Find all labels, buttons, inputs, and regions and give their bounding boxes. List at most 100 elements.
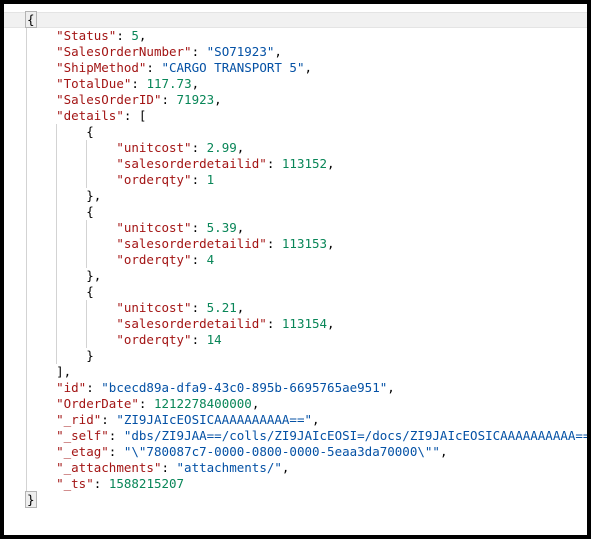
json-number-value: 4: [206, 252, 215, 267]
json-key: "orderqty": [116, 332, 192, 347]
json-key: "_rid": [56, 412, 102, 427]
code-line[interactable]: "orderqty": 1: [4, 172, 587, 188]
token: :: [108, 444, 124, 459]
json-bracket: {: [86, 284, 94, 299]
token: :: [266, 156, 282, 171]
token: :: [191, 220, 207, 235]
json-key: "orderqty": [116, 172, 192, 187]
token: ,: [63, 364, 72, 379]
json-bracket: {: [86, 124, 94, 139]
json-number-value: 71923: [176, 92, 215, 107]
token: ,: [327, 156, 335, 171]
json-key: "unitcost": [116, 220, 192, 235]
json-code-block[interactable]: { "Status": 5, "SalesOrderNumber": "SO71…: [4, 11, 587, 508]
token: :: [108, 428, 124, 443]
code-line[interactable]: "Status": 5,: [4, 28, 587, 44]
code-line[interactable]: }: [4, 491, 587, 508]
token: :: [101, 412, 117, 427]
json-key: "id": [56, 380, 87, 395]
json-number-value: 113153: [281, 236, 328, 251]
code-line[interactable]: "id": "bcecd89a-dfa9-43c0-895b-6695765ae…: [4, 380, 587, 396]
json-number-value: 2.99: [206, 140, 237, 155]
token: :: [146, 60, 162, 75]
code-line[interactable]: "TotalDue": 117.73,: [4, 76, 587, 92]
code-line[interactable]: "salesorderdetailid": 113152,: [4, 156, 587, 172]
code-line[interactable]: "_ts": 1588215207: [4, 476, 587, 492]
json-key: "unitcost": [116, 140, 192, 155]
token: ,: [387, 380, 395, 395]
json-key: "details": [56, 108, 124, 123]
token: ,: [214, 92, 222, 107]
code-line[interactable]: "orderqty": 14: [4, 332, 587, 348]
code-line[interactable]: "salesorderdetailid": 113153,: [4, 236, 587, 252]
code-line[interactable]: "unitcost": 2.99,: [4, 140, 587, 156]
json-key: "_attachments": [56, 460, 162, 475]
code-line[interactable]: "_self": "dbs/ZI9JAA==/colls/ZI9JAIcEOSI…: [4, 428, 587, 444]
json-key: "salesorderdetailid": [116, 316, 267, 331]
json-number-value: 14: [206, 332, 222, 347]
json-bracket: }: [86, 188, 94, 203]
code-line[interactable]: "_attachments": "attachments/",: [4, 460, 587, 476]
code-line[interactable]: "details": [: [4, 108, 587, 124]
code-line[interactable]: },: [4, 188, 587, 204]
json-number-value: 5.21: [206, 300, 237, 315]
token: :: [191, 140, 207, 155]
json-key: "SalesOrderNumber": [56, 44, 192, 59]
code-line[interactable]: {: [4, 124, 587, 140]
json-editor-surface[interactable]: { "Status": 5, "SalesOrderNumber": "SO71…: [4, 4, 587, 535]
screenshot-frame: { "Status": 5, "SalesOrderNumber": "SO71…: [0, 0, 591, 539]
code-line[interactable]: "orderqty": 4: [4, 252, 587, 268]
json-bracket: }: [86, 348, 94, 363]
code-line[interactable]: "ShipMethod": "CARGO TRANSPORT 5",: [4, 60, 587, 76]
code-line[interactable]: "SalesOrderID": 71923,: [4, 92, 587, 108]
token: ,: [236, 300, 245, 315]
code-line[interactable]: "_etag": "\"780087c7-0000-0800-0000-5eaa…: [4, 444, 587, 460]
code-line[interactable]: {: [4, 11, 587, 28]
code-line[interactable]: },: [4, 268, 587, 284]
json-number-value: 113152: [281, 156, 328, 171]
json-bracket-matched-close: }: [25, 491, 37, 508]
code-line[interactable]: {: [4, 204, 587, 220]
code-line[interactable]: "unitcost": 5.39,: [4, 220, 587, 236]
json-number-value: 117.73: [146, 76, 192, 91]
token: ,: [439, 444, 448, 459]
json-key: "orderqty": [116, 252, 192, 267]
token: :: [138, 396, 154, 411]
json-key: "SalesOrderID": [56, 92, 162, 107]
token: :: [191, 44, 207, 59]
code-line[interactable]: }: [4, 348, 587, 364]
json-number-value: 1212278400000: [153, 396, 252, 411]
token: :: [191, 300, 207, 315]
token: :: [131, 76, 147, 91]
code-line[interactable]: "_rid": "ZI9JAIcEOSICAAAAAAAAAA==",: [4, 412, 587, 428]
code-line[interactable]: "salesorderdetailid": 113154,: [4, 316, 587, 332]
token: ,: [304, 60, 313, 75]
code-line[interactable]: "OrderDate": 1212278400000,: [4, 396, 587, 412]
code-line[interactable]: "unitcost": 5.21,: [4, 300, 587, 316]
token: :: [116, 28, 132, 43]
code-line[interactable]: {: [4, 284, 587, 300]
token: ,: [236, 220, 245, 235]
code-line[interactable]: "SalesOrderNumber": "SO71923",: [4, 44, 587, 60]
code-line[interactable]: ],: [4, 364, 587, 380]
json-string-value: "bcecd89a-dfa9-43c0-895b-6695765ae951": [101, 380, 388, 395]
token: ,: [327, 236, 335, 251]
